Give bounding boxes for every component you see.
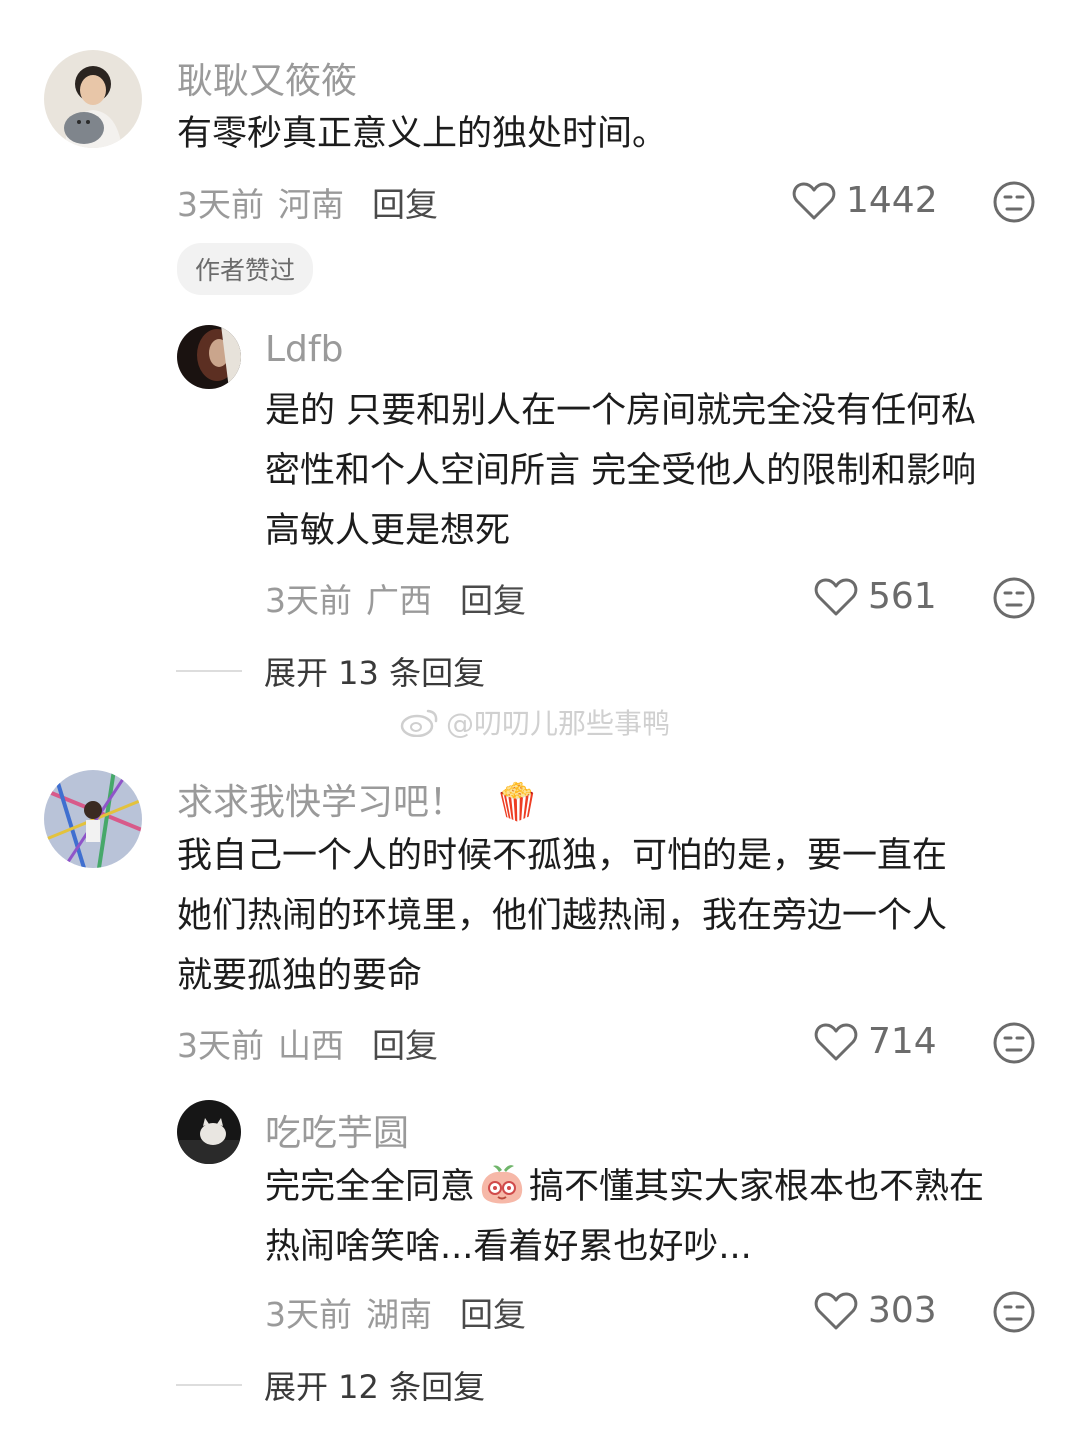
divider <box>176 670 242 672</box>
comment-time: 3天前 <box>177 185 264 224</box>
comment-list: 耿耿又筱筱 有零秒真正意义上的独处时间。 3天前 河南 回复 1442 作者赞过 L… <box>0 0 1080 1443</box>
peach-sticker-icon <box>481 1165 523 1204</box>
avatar[interactable] <box>177 1100 241 1164</box>
watermark: @叨叨儿那些事鸭 <box>400 702 670 742</box>
username[interactable]: 耿耿又筱筱 <box>177 52 357 104</box>
comment-location: 河南 <box>278 185 344 224</box>
heart-icon <box>814 1023 858 1060</box>
reply-button[interactable]: 回复 <box>372 185 438 224</box>
username[interactable]: 吃吃芋圆 <box>265 1104 409 1156</box>
weibo-logo-icon <box>400 709 438 737</box>
like-count: 303 <box>868 1290 937 1331</box>
neutral-face-icon[interactable] <box>992 180 1036 224</box>
neutral-face-icon[interactable] <box>992 1021 1036 1065</box>
popcorn-emoji: 🍿 <box>494 782 540 823</box>
comment-text: 热闹啥笑啥...看着好累也好吵... <box>265 1227 752 1267</box>
heart-icon <box>792 182 836 219</box>
avatar[interactable] <box>177 325 241 389</box>
username[interactable]: Ldfb <box>265 329 343 370</box>
watermark-text: @叨叨儿那些事鸭 <box>446 707 671 740</box>
comment-text: 有零秒真正意义上的独处时间。 <box>177 114 668 154</box>
neutral-face-icon[interactable] <box>992 576 1036 620</box>
like-button[interactable]: 561 <box>814 576 937 617</box>
comment-meta: 3天前 广西 回复 <box>265 574 526 622</box>
expand-replies-label: 展开 13 条回复 <box>264 654 486 692</box>
comment-text: 她们热闹的环境里，他们越热闹，我在旁边一个人 <box>177 896 948 936</box>
like-count: 714 <box>868 1021 937 1062</box>
neutral-face-icon[interactable] <box>992 1290 1036 1334</box>
reply-button[interactable]: 回复 <box>460 581 526 620</box>
avatar[interactable] <box>44 50 142 148</box>
expand-replies-button[interactable]: 展开 12 条回复 <box>176 1362 485 1408</box>
comment-text: 就要孤独的要命 <box>177 956 423 996</box>
heart-icon <box>814 1292 858 1329</box>
username[interactable]: 求求我快学习吧！ <box>177 782 465 823</box>
divider <box>176 1384 242 1386</box>
like-button[interactable]: 303 <box>814 1290 937 1331</box>
like-count: 561 <box>868 576 937 617</box>
comment-time: 3天前 <box>265 1295 352 1334</box>
comment-meta: 3天前 湖南 回复 <box>265 1288 526 1336</box>
like-button[interactable]: 714 <box>814 1021 937 1062</box>
like-button[interactable]: 1442 <box>792 180 938 221</box>
comment-text: 搞不懂其实大家根本也不熟在 <box>529 1167 985 1207</box>
comment-location: 湖南 <box>366 1295 432 1334</box>
heart-icon <box>814 578 858 615</box>
comment-text: 高敏人更是想死 <box>265 511 511 551</box>
reply-button[interactable]: 回复 <box>460 1295 526 1334</box>
comment-text: 密性和个人空间所言 完全受他人的限制和影响 <box>265 451 977 491</box>
avatar[interactable] <box>44 770 142 868</box>
like-count: 1442 <box>846 180 938 221</box>
comment-time: 3天前 <box>265 581 352 620</box>
username-row: 求求我快学习吧！ 🍿 <box>177 773 539 825</box>
author-liked-badge: 作者赞过 <box>177 243 314 295</box>
reply-button[interactable]: 回复 <box>372 1026 438 1065</box>
comment-time: 3天前 <box>177 1026 264 1065</box>
comment-meta: 3天前 河南 回复 <box>177 178 438 226</box>
comment-location: 广西 <box>366 581 432 620</box>
comment-location: 山西 <box>278 1026 344 1065</box>
expand-replies-button[interactable]: 展开 13 条回复 <box>176 648 485 694</box>
comment-text: 我自己一个人的时候不孤独，可怕的是，要一直在 <box>177 836 948 876</box>
comment-text-line: 完完全全同意 搞不懂其实大家根本也不熟在 <box>265 1157 984 1217</box>
comment-text: 是的 只要和别人在一个房间就完全没有任何私 <box>265 391 977 431</box>
expand-replies-label: 展开 12 条回复 <box>264 1368 486 1406</box>
comment-meta: 3天前 山西 回复 <box>177 1019 438 1067</box>
comment-text: 完完全全同意 <box>265 1167 476 1207</box>
